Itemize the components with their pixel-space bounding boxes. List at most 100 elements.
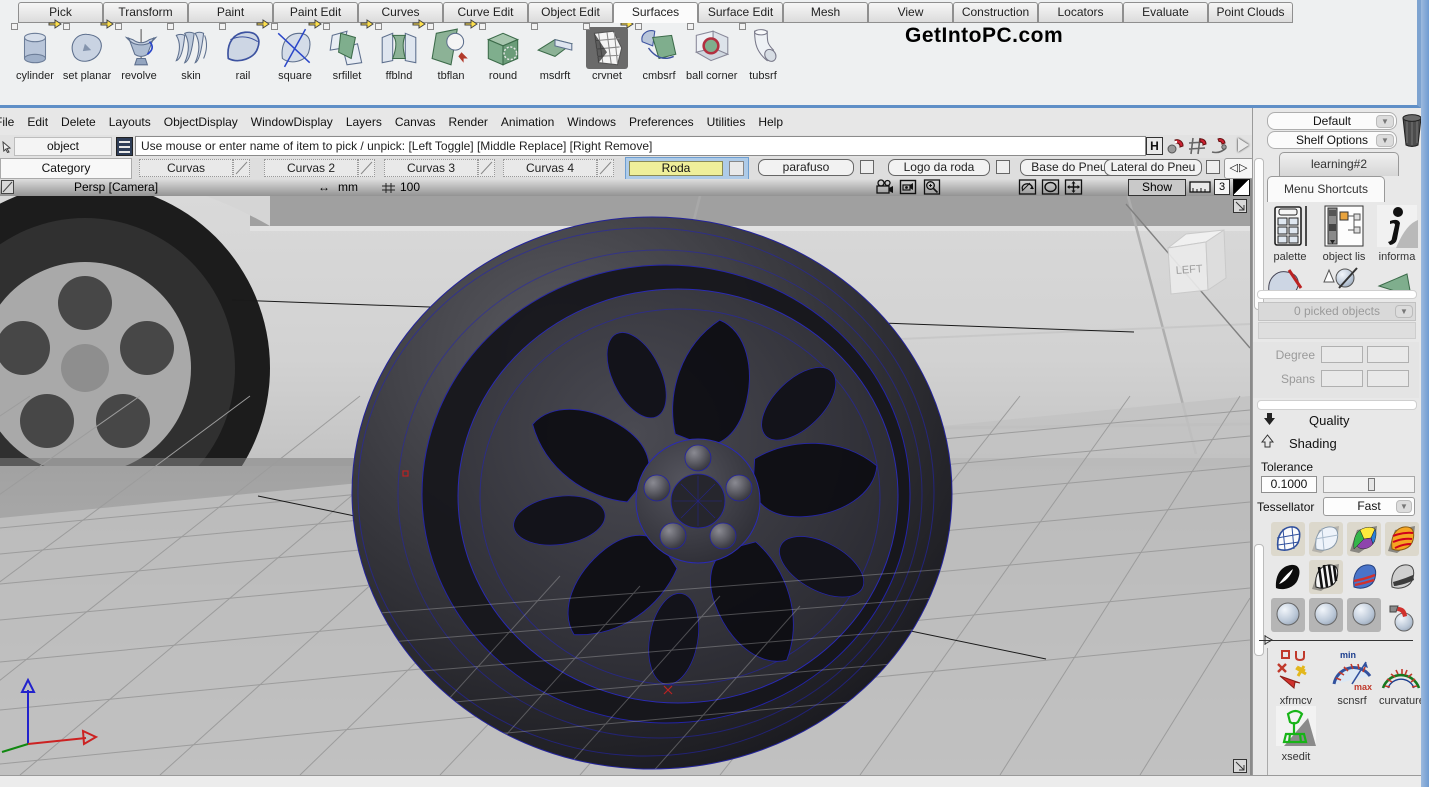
hotkey-button[interactable]: H bbox=[1146, 137, 1163, 155]
shelf-tab-mesh[interactable]: Mesh bbox=[783, 2, 868, 23]
scroll-left-icon[interactable]: ◁ bbox=[1230, 162, 1239, 174]
shelf-tab-point-clouds[interactable]: Point Clouds bbox=[1208, 2, 1293, 23]
tool-ball-corner[interactable]: ball corner bbox=[686, 27, 736, 103]
ellipse-icon[interactable] bbox=[1041, 179, 1060, 195]
tool-option-box[interactable] bbox=[271, 23, 278, 30]
tool-option-box[interactable] bbox=[219, 23, 226, 30]
layer-checkbox[interactable] bbox=[729, 161, 744, 176]
sphere-env-icon-3[interactable] bbox=[1347, 598, 1381, 632]
tool-option-box[interactable] bbox=[427, 23, 434, 30]
shelf-tab-view[interactable]: View bbox=[868, 2, 953, 23]
tool-option-box[interactable] bbox=[479, 23, 486, 30]
dropdown-arrow-icon[interactable]: ▼ bbox=[1376, 134, 1394, 147]
prompt-history-list-icon[interactable] bbox=[116, 137, 133, 156]
menu-windowdisplay[interactable]: WindowDisplay bbox=[251, 115, 333, 129]
shelf-tab-transform[interactable]: Transform bbox=[103, 2, 188, 23]
prompt-target-button[interactable]: object bbox=[14, 137, 112, 156]
striped-shade-icon[interactable] bbox=[1385, 522, 1419, 556]
pan-move-icon[interactable] bbox=[1064, 179, 1083, 195]
tool-square[interactable]: square bbox=[270, 27, 320, 103]
shelf-window-tab[interactable]: learning#2 bbox=[1279, 152, 1399, 176]
divider-marker-icon[interactable] bbox=[1263, 634, 1275, 646]
layer-chip-roda-label[interactable]: Roda bbox=[629, 161, 723, 176]
shelf-options-dropdown[interactable]: Shelf Options▼ bbox=[1267, 131, 1397, 149]
tool-ffblnd[interactable]: ffblnd bbox=[374, 27, 424, 103]
perspective-viewport[interactable]: Persp [Camera] ↔ mm 100 Show 3 bbox=[0, 179, 1252, 775]
menu-utilities[interactable]: Utilities bbox=[707, 115, 746, 129]
spans-field-2[interactable] bbox=[1367, 370, 1409, 387]
degree-field-1[interactable] bbox=[1321, 346, 1363, 363]
tool-msdrft[interactable]: msdrft bbox=[530, 27, 580, 103]
tool-option-box[interactable] bbox=[687, 23, 694, 30]
layer-chip-curvas[interactable]: Curvas bbox=[139, 159, 233, 177]
tool-option-box[interactable] bbox=[63, 23, 70, 30]
tool-option-box[interactable] bbox=[635, 23, 642, 30]
tool-rail[interactable]: rail bbox=[218, 27, 268, 103]
curvature-shade-icon[interactable] bbox=[1271, 560, 1305, 594]
layer-triangle-icon[interactable] bbox=[358, 159, 375, 177]
spray-paint-icon[interactable] bbox=[1385, 598, 1419, 632]
layer-category-button[interactable]: Category bbox=[0, 158, 132, 179]
layer-chip-curvas-2[interactable]: Curvas 2 bbox=[264, 159, 358, 177]
information-tool[interactable]: informa bbox=[1373, 204, 1421, 263]
menu-edit[interactable]: Edit bbox=[27, 115, 48, 129]
layer-triangle-icon[interactable] bbox=[478, 159, 495, 177]
tool-round[interactable]: round bbox=[478, 27, 528, 103]
layer-triangle-icon[interactable] bbox=[597, 159, 614, 177]
menu-windows[interactable]: Windows bbox=[567, 115, 616, 129]
tool-option-box[interactable] bbox=[583, 23, 590, 30]
prompt-expand-icon[interactable] bbox=[1238, 138, 1249, 152]
tool-cmbsrf[interactable]: cmbsrf bbox=[634, 27, 684, 103]
shelf-tab-curve-edit[interactable]: Curve Edit bbox=[443, 2, 528, 23]
viewport-title[interactable]: Persp [Camera] bbox=[74, 180, 158, 195]
show-button[interactable]: Show bbox=[1128, 179, 1186, 196]
layer-scroll-arrows[interactable]: ◁▷ bbox=[1224, 158, 1254, 179]
curvature-tool[interactable]: curvature bbox=[1379, 648, 1423, 707]
viewport-canvas[interactable]: LEFT bbox=[0, 196, 1250, 775]
sphere-env-icon-2[interactable] bbox=[1309, 598, 1343, 632]
menu-delete[interactable]: Delete bbox=[61, 115, 96, 129]
menu-preferences[interactable]: Preferences bbox=[629, 115, 694, 129]
shelf-preset-dropdown[interactable]: Default▼ bbox=[1267, 112, 1397, 130]
layer-checkbox[interactable] bbox=[1206, 160, 1220, 174]
xfrmcv-tool[interactable]: xfrmcv bbox=[1271, 648, 1321, 707]
window-split-icon[interactable] bbox=[1233, 179, 1250, 196]
menu-animation[interactable]: Animation bbox=[501, 115, 554, 129]
menu-file[interactable]: File bbox=[0, 115, 14, 129]
layer-chip-roda-active[interactable]: Roda bbox=[625, 157, 749, 180]
layer-checkbox[interactable] bbox=[860, 160, 874, 174]
layer-chip-lateral-do-pneu[interactable]: Lateral do Pneu bbox=[1104, 159, 1202, 176]
menu-shortcuts-tab[interactable]: Menu Shortcuts bbox=[1267, 176, 1385, 202]
viewport-resize-icon[interactable] bbox=[1233, 759, 1247, 773]
scnsrf-tool[interactable]: minmax scnsrf bbox=[1327, 648, 1377, 707]
tool-option-box[interactable] bbox=[167, 23, 174, 30]
tool-option-box[interactable] bbox=[11, 23, 18, 30]
magnet-snap-icon[interactable] bbox=[1166, 136, 1186, 156]
layer-chip-curvas-3[interactable]: Curvas 3 bbox=[384, 159, 478, 177]
viewport-corner-icon[interactable] bbox=[1, 180, 14, 194]
scroll-right-icon[interactable]: ▷ bbox=[1239, 162, 1248, 174]
dropdown-arrow-icon[interactable]: ▼ bbox=[1395, 305, 1413, 318]
menu-layers[interactable]: Layers bbox=[346, 115, 382, 129]
wireframe-shade-icon[interactable] bbox=[1271, 522, 1305, 556]
ruler-icon[interactable] bbox=[1189, 179, 1211, 195]
picked-objects-dropdown[interactable]: 0 picked objects▼ bbox=[1258, 302, 1416, 321]
paint-tool-icon[interactable] bbox=[1265, 266, 1305, 290]
sphere-env-icon-1[interactable] bbox=[1271, 598, 1305, 632]
degree-field-2[interactable] bbox=[1367, 346, 1409, 363]
shelf-tab-construction[interactable]: Construction bbox=[953, 2, 1038, 23]
object-lister-tool[interactable]: object lis bbox=[1319, 204, 1369, 263]
shading-section-header[interactable]: Shading bbox=[1261, 434, 1415, 454]
more-tool-icon[interactable] bbox=[1377, 266, 1413, 290]
xsedit-tool[interactable]: xsedit bbox=[1271, 704, 1321, 763]
layer-chip-curvas-4[interactable]: Curvas 4 bbox=[503, 159, 597, 177]
menu-layouts[interactable]: Layouts bbox=[109, 115, 151, 129]
tool-tubsrf[interactable]: tubsrf bbox=[738, 27, 788, 103]
prompt-input[interactable]: Use mouse or enter name of item to pick … bbox=[135, 136, 1146, 156]
metal-shade-icon[interactable] bbox=[1385, 560, 1419, 594]
flat-shade-icon[interactable] bbox=[1309, 522, 1343, 556]
slider-thumb[interactable] bbox=[1368, 478, 1375, 491]
shelf-tab-surface-edit[interactable]: Surface Edit bbox=[698, 2, 783, 23]
tool-crvnet[interactable]: crvnet bbox=[582, 27, 632, 103]
palette-tool[interactable]: palette bbox=[1265, 204, 1315, 263]
